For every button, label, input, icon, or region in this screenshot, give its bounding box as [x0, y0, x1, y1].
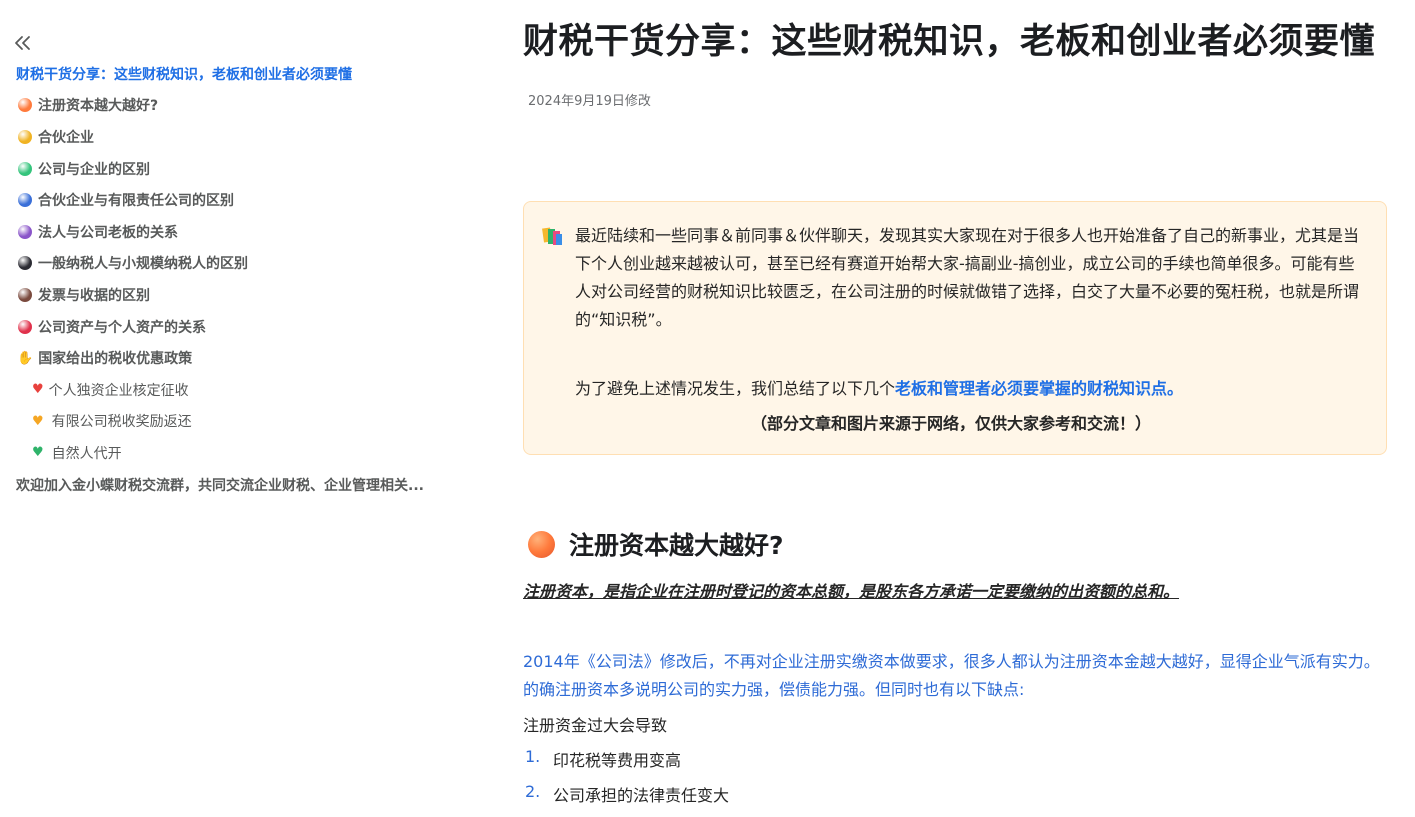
colored-circle-icon: [18, 98, 32, 113]
toc-item-label: 公司与企业的区别: [38, 161, 150, 178]
callout-p2-highlight: 老板和管理者必须要掌握的财税知识点。: [895, 379, 1184, 398]
toc-list: 财税干货分享：这些财税知识，老板和创业者必须要懂注册资本越大越好? 合伙企业公司与…: [16, 58, 456, 500]
toc-item-label: 国家给出的税收优惠政策: [38, 351, 193, 368]
toc-item[interactable]: 合伙企业: [16, 121, 456, 153]
toc-item[interactable]: 合伙企业与有限责任公司的区别: [16, 184, 456, 216]
list-text: 公司承担的法律责任变大: [553, 786, 730, 805]
section-heading: 注册资本越大越好?: [528, 526, 784, 562]
colored-circle-icon: [18, 287, 32, 302]
list-number: 1.: [525, 747, 541, 766]
toc-item[interactable]: 发票与收据的区别: [16, 279, 456, 311]
toc-item-label: 注册资本越大越好?: [38, 98, 159, 115]
orange-circle-icon: [528, 530, 555, 558]
toc-item-label: 财税干货分享：这些财税知识，老板和创业者必须要懂: [16, 66, 352, 83]
heart-icon: ♥: [32, 413, 44, 429]
blue-paragraph: 2014年《公司法》修改后，不再对企业注册实缴资本做要求，很多人都认为注册资本金…: [523, 652, 1380, 699]
colored-circle-icon: [18, 161, 32, 176]
toc-item-label: 公司资产与个人资产的关系: [38, 319, 206, 336]
toc-item-label: 合伙企业与有限责任公司的区别: [38, 193, 234, 210]
heart-icon: ♥: [32, 382, 44, 398]
toc-item[interactable]: ✋ 国家给出的税收优惠政策: [16, 342, 456, 374]
toc-item-label: 发票与收据的区别: [38, 287, 150, 304]
toc-item-label: 有限公司税收奖励返还: [51, 414, 192, 431]
heart-icon: ♥: [32, 445, 44, 461]
article: 财税干货分享：这些财税知识，老板和创业者必须要懂 2024年9月19日修改 最近…: [523, 0, 1389, 805]
clapping-hands-icon: ✋: [17, 350, 34, 366]
collapse-sidebar-icon[interactable]: [12, 33, 34, 53]
table-of-contents: 财税干货分享：这些财税知识，老板和创业者必须要懂注册资本越大越好? 合伙企业公司与…: [0, 0, 470, 803]
plain-paragraph: 注册资金过大会导致: [523, 716, 668, 735]
section-heading-text: 注册资本越大越好?: [569, 531, 784, 560]
books-icon: [542, 225, 564, 247]
toc-item[interactable]: ♥ 自然人代开: [16, 437, 456, 469]
toc-item[interactable]: ♥ 有限公司税收奖励返还: [16, 406, 456, 438]
callout-p2-text: 为了避免上述情况发生，我们总结了以下几个: [575, 379, 896, 398]
toc-item[interactable]: 一般纳税人与小规模纳税人的区别: [16, 248, 456, 280]
toc-item[interactable]: 财税干货分享：这些财税知识，老板和创业者必须要懂: [16, 58, 456, 90]
toc-item[interactable]: ♥ 个人独资企业核定征收: [16, 374, 456, 406]
toc-item[interactable]: 公司资产与个人资产的关系: [16, 311, 456, 343]
toc-item-label: 一般纳税人与小规模纳税人的区别: [38, 256, 248, 273]
toc-item-label: 自然人代开: [51, 445, 122, 462]
colored-circle-icon: [18, 224, 32, 239]
modified-date: 2024年9月19日修改: [528, 94, 651, 109]
toc-item[interactable]: 法人与公司老板的关系: [16, 216, 456, 248]
colored-circle-icon: [18, 319, 32, 334]
list-number: 2.: [525, 782, 541, 801]
toc-item-label: 欢迎加入金小蝶财税交流群，共同交流企业财税、企业管理相关...: [16, 477, 424, 494]
colored-circle-icon: [18, 129, 32, 144]
list-text: 印花税等费用变高: [553, 751, 682, 770]
callout-paragraph-2: 为了避免上述情况发生，我们总结了以下几个老板和管理者必须要掌握的财税知识点。: [575, 375, 1367, 403]
ordered-list: 1. 印花税等费用变高 2. 公司承担的法律责任变大: [523, 747, 729, 817]
callout-paragraph-1: 最近陆续和一些同事＆前同事＆伙伴聊天，发现其实大家现在对于很多人也开始准备了自己…: [575, 226, 1360, 329]
toc-item-label: 个人独资企业核定征收: [48, 382, 189, 399]
callout-note: （部分文章和图片来源于网络，仅供大家参考和交流！）: [750, 414, 1151, 433]
toc-item[interactable]: 公司与企业的区别: [16, 153, 456, 185]
colored-circle-icon: [18, 256, 32, 271]
page-title: 财税干货分享：这些财税知识，老板和创业者必须要懂: [523, 22, 1376, 62]
toc-item[interactable]: 注册资本越大越好?: [16, 90, 456, 122]
toc-item[interactable]: 欢迎加入金小蝶财税交流群，共同交流企业财税、企业管理相关...: [16, 469, 456, 501]
list-item: 1. 印花税等费用变高: [523, 747, 729, 782]
definition-text: 注册资本，是指企业在注册时登记的资本总额，是股东各方承诺一定要缴纳的出资额的总和…: [523, 582, 1180, 601]
colored-circle-icon: [18, 193, 32, 208]
list-item: 2. 公司承担的法律责任变大: [523, 782, 729, 817]
toc-item-label: 合伙企业: [38, 129, 94, 146]
toc-item-label: 法人与公司老板的关系: [38, 224, 178, 241]
intro-callout: 最近陆续和一些同事＆前同事＆伙伴聊天，发现其实大家现在对于很多人也开始准备了自己…: [523, 201, 1387, 455]
